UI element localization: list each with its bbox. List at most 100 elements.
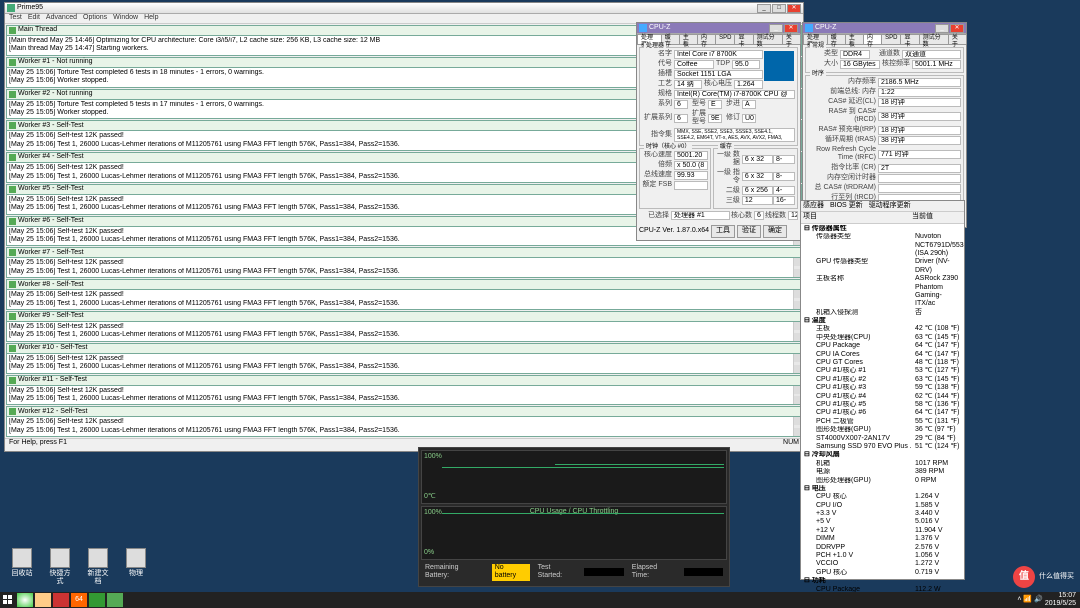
minimize-button[interactable]: _ [769,24,783,33]
validate-button[interactable]: 验证 [737,225,761,237]
desktop-icon-shortcut[interactable]: 快捷方式 [48,548,72,587]
cpuz-tab[interactable]: SPD [881,34,901,44]
sensor-row[interactable]: CPU 核心1.264 V [802,493,963,501]
menu-edit[interactable]: Edit [28,14,40,23]
col-item[interactable]: 项目 [803,213,912,221]
pane-header[interactable]: Worker #7 - Self-Test [7,248,801,258]
pane-header[interactable]: Worker #9 - Self-Test [7,312,801,322]
taskbar-prime95-icon[interactable] [107,593,123,607]
sensor-row[interactable]: PCH +1.0 V1.056 V [802,552,963,560]
sensor-row[interactable]: PCH 二极管55 ℃ (131 ℉) [802,418,963,426]
cpuz-tab[interactable]: 缓存 [827,34,846,44]
pane-icon [9,249,16,256]
sensor-group[interactable]: ⊟ 冷却风扇 [802,451,963,459]
taskbar-aida-icon[interactable]: 64 [71,593,87,607]
sensor-row[interactable]: 电源389 RPM [802,468,963,476]
cpuz-tab[interactable]: 测试分数 [919,34,949,44]
cpuz-tab[interactable]: 内存 [697,34,716,44]
cpuz-tab[interactable]: 内存 [863,34,882,44]
taskbar-explorer-icon[interactable] [35,593,51,607]
sensor-row[interactable]: CPU #1/核心 #664 ℃ (147 ℉) [802,409,963,417]
desktop-icon-physics[interactable]: 物理 [124,548,148,587]
tab-sensors[interactable]: 感应器 [803,202,824,210]
cpuz-tab[interactable]: 测试分数 [753,34,783,44]
menu-options[interactable]: Options [83,14,107,23]
menu-help[interactable]: Help [144,14,158,23]
sensor-group[interactable]: ⊟ 传感器属性 [802,225,963,233]
cpuz-tab[interactable]: 主板 [845,34,864,44]
desktop-icon-doc[interactable]: 新建文档 [86,548,110,587]
sensor-row[interactable]: CPU Package64 ℃ (147 ℉) [802,342,963,350]
tray-up-icon[interactable]: ˄ [1017,596,1021,604]
close-button[interactable]: ✕ [787,4,801,13]
sensor-row[interactable]: 传感器类型Nuvoton NCT6791D/5538D (ISA 290h) [802,233,963,258]
cpuz-tab[interactable]: SPD [715,34,735,44]
tray-network-icon[interactable]: 📶 [1023,596,1032,604]
sensor-row[interactable]: GPU 传感器类型Driver (NV-DRV) [802,258,963,275]
menu-advanced[interactable]: Advanced [46,14,77,23]
sensor-group[interactable]: ⊟ 电压 [802,485,963,493]
sensor-row[interactable]: 图形处理器(GPU)0 RPM [802,477,963,485]
sensor-row[interactable]: VCCIO1.272 V [802,560,963,568]
col-value[interactable]: 当前值 [912,213,962,221]
start-button[interactable] [0,592,16,608]
tray-volume-icon[interactable]: 🔊 [1034,596,1043,604]
sensor-row[interactable]: CPU GT Cores48 ℃ (118 ℉) [802,359,963,367]
sensor-row[interactable]: 主板名称ASRock Z390 Phantom Gaming-ITX/ac [802,275,963,309]
cpuz1-titlebar[interactable]: CPU-Z _✕ [637,23,800,34]
sensor-row[interactable]: 机箱入侵探测否 [802,309,963,317]
cpuz-tab[interactable]: 关于 [948,34,967,44]
minimize-button[interactable]: _ [935,24,949,33]
tools-button[interactable]: 工具 [711,225,735,237]
sensor-row[interactable]: DDRVPP2.576 V [802,544,963,552]
maximize-button[interactable]: □ [772,4,786,13]
sensor-row[interactable]: ST4000VX007-2AN17V29 ℃ (84 ℉) [802,435,963,443]
close-button[interactable]: ✕ [950,24,964,33]
pane-header[interactable]: Worker #11 - Self-Test [7,376,801,386]
pane-header[interactable]: Worker #12 - Self-Test [7,407,801,417]
sensor-row[interactable]: CPU #1/核心 #462 ℃ (144 ℉) [802,393,963,401]
menu-test[interactable]: Test [9,14,22,23]
sensor-row[interactable]: 机箱1017 RPM [802,460,963,468]
sensor-row[interactable]: CPU #1/核心 #153 ℃ (127 ℉) [802,367,963,375]
clock-date[interactable]: 2019/5/25 [1045,600,1076,608]
cpuz2-titlebar[interactable]: CPU-Z _✕ [803,23,966,34]
sensor-row[interactable]: GPU 核心0.719 V [802,569,963,577]
desktop-icon-recycle[interactable]: 回收站 [10,548,34,587]
prime95-titlebar[interactable]: Prime95 _ □ ✕ [5,3,803,14]
sensor-row[interactable]: CPU I/O1.585 V [802,502,963,510]
cpuz-tab[interactable]: 显卡 [900,34,919,44]
system-tray[interactable]: ˄ 📶 🔊 15:07 2019/5/25 [1017,592,1080,608]
sensor-row[interactable]: CPU IA Cores64 ℃ (147 ℉) [802,351,963,359]
sensor-row[interactable]: CPU #1/核心 #558 ℃ (136 ℉) [802,401,963,409]
pane-header[interactable]: Worker #8 - Self-Test [7,280,801,290]
sensor-row[interactable]: Samsung SSD 970 EVO Plus ...51 ℃ (124 ℉) [802,443,963,451]
clock-time[interactable]: 15:07 [1045,592,1076,600]
sensor-row[interactable]: CPU #1/核心 #359 ℃ (138 ℉) [802,384,963,392]
processor-select[interactable]: 处理器 #1 [671,211,730,220]
sensor-group[interactable]: ⊟ 功耗 [802,577,963,585]
menu-window[interactable]: Window [113,14,138,23]
tab-drivers[interactable]: 驱动程序更新 [869,202,911,210]
taskbar-chrome-icon[interactable] [17,593,33,607]
cpuz-tab[interactable]: 关于 [782,34,801,44]
sensor-row[interactable]: DIMM1.376 V [802,535,963,543]
tab-bios[interactable]: BIOS 更新 [830,202,863,210]
taskbar-app-icon[interactable] [89,593,105,607]
sensor-row[interactable]: 图形处理器(GPU)36 ℃ (97 ℉) [802,426,963,434]
close-button[interactable]: ✕ [784,24,798,33]
cpuz-tab[interactable]: 显卡 [734,34,753,44]
sensor-row[interactable]: 中央处理器(CPU)63 ℃ (145 ℉) [802,334,963,342]
sensors-tree[interactable]: ⊟ 传感器属性传感器类型Nuvoton NCT6791D/5538D (ISA … [801,224,964,604]
sensor-row[interactable]: CPU #1/核心 #263 ℃ (145 ℉) [802,376,963,384]
sensor-row[interactable]: +3.3 V3.440 V [802,510,963,518]
pane-header[interactable]: Worker #10 - Self-Test [7,344,801,354]
sensor-row[interactable]: 主板42 ℃ (108 ℉) [802,325,963,333]
taskbar-spiral-icon[interactable] [53,593,69,607]
ok-button[interactable]: 确定 [763,225,787,237]
sensor-row[interactable]: +5 V5.016 V [802,518,963,526]
cpuz-tab[interactable]: 主板 [679,34,698,44]
sensor-group[interactable]: ⊟ 温度 [802,317,963,325]
minimize-button[interactable]: _ [757,4,771,13]
sensor-row[interactable]: +12 V11.904 V [802,527,963,535]
